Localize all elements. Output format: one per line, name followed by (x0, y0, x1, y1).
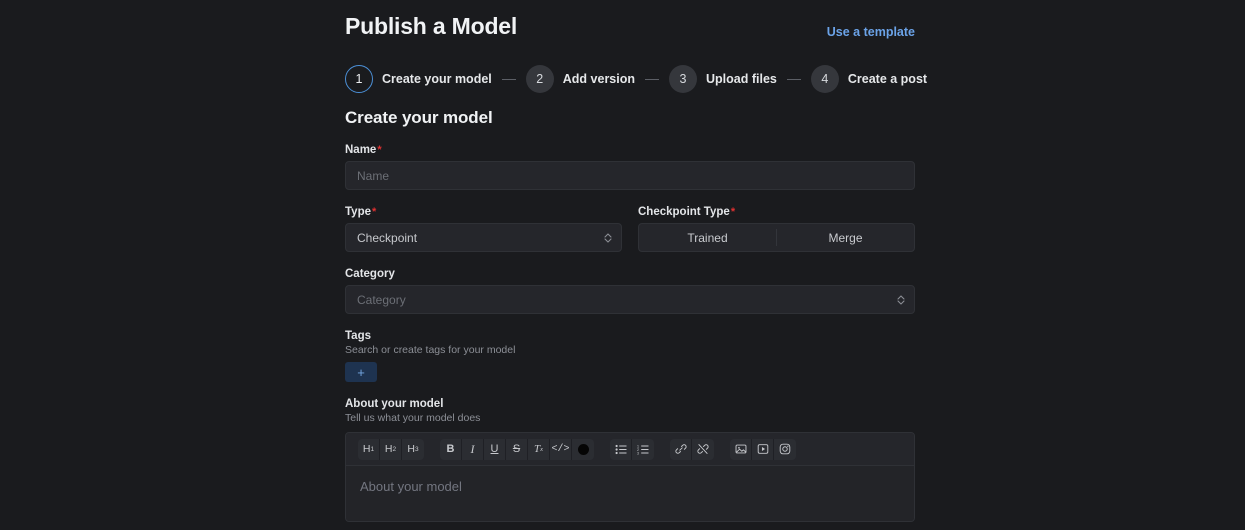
video-icon[interactable] (752, 439, 774, 460)
step-separator (502, 79, 516, 80)
name-label-text: Name (345, 144, 376, 156)
step-label: Add version (563, 72, 635, 86)
add-tag-button[interactable]: + (345, 362, 377, 382)
checkpoint-type-field-group: Checkpoint Type* Trained Merge (638, 206, 915, 252)
about-description: Tell us what your model does (345, 412, 915, 424)
tags-field-group: Tags Search or create tags for your mode… (345, 330, 915, 382)
page-title: Publish a Model (345, 13, 517, 40)
category-select-wrap: Category (345, 285, 915, 314)
bullet-list-icon[interactable] (610, 439, 632, 460)
italic-icon[interactable]: I (462, 439, 484, 460)
h2-subscript: 2 (392, 446, 396, 453)
type-row: Type* Checkpoint Checkpoint Type* (345, 206, 915, 252)
checkpoint-type-option-merge[interactable]: Merge (777, 224, 914, 251)
type-select-wrap: Checkpoint (345, 223, 622, 252)
link-icon[interactable] (670, 439, 692, 460)
step-number-bubble: 3 (669, 65, 697, 93)
step-number-bubble: 2 (526, 65, 554, 93)
color-swatch (578, 444, 589, 455)
category-field-group: Category Category (345, 268, 915, 314)
step-add-version[interactable]: 2 Add version (526, 65, 635, 93)
step-number-bubble: 1 (345, 65, 373, 93)
h1-subscript: 1 (370, 446, 374, 453)
step-label: Create a post (848, 72, 927, 86)
tags-label: Tags (345, 330, 915, 342)
name-label: Name* (345, 144, 915, 156)
toolbar-group-formatting: B I U S Tx </> (440, 439, 594, 460)
publish-model-page: Publish a Model Use a template 1 Create … (0, 0, 1245, 530)
toolbar-group-lists: 1 2 3 (610, 439, 654, 460)
tags-description: Search or create tags for your model (345, 344, 915, 356)
rich-text-editor: H1 H2 H3 B I U S Tx </> (345, 432, 915, 522)
unlink-icon[interactable] (692, 439, 714, 460)
strikethrough-icon[interactable]: S (506, 439, 528, 460)
underline-icon[interactable]: U (484, 439, 506, 460)
instagram-embed-icon[interactable] (774, 439, 796, 460)
editor-toolbar: H1 H2 H3 B I U S Tx </> (346, 433, 914, 466)
required-asterisk: * (377, 144, 381, 156)
h3-subscript: 3 (415, 446, 419, 453)
ordered-list-icon[interactable]: 1 2 3 (632, 439, 654, 460)
about-field-group: About your model Tell us what your model… (345, 398, 915, 522)
checkpoint-type-label-text: Checkpoint Type (638, 206, 730, 218)
clear-formatting-subscript: x (540, 446, 543, 453)
step-create-your-model[interactable]: 1 Create your model (345, 65, 492, 93)
step-separator (645, 79, 659, 80)
type-label-text: Type (345, 206, 371, 218)
svg-text:3: 3 (637, 451, 639, 455)
name-field-group: Name* (345, 144, 915, 190)
bold-icon[interactable]: B (440, 439, 462, 460)
step-number-bubble: 4 (811, 65, 839, 93)
checkpoint-type-option-trained[interactable]: Trained (639, 224, 776, 251)
code-icon[interactable]: </> (550, 439, 572, 460)
use-a-template-link[interactable]: Use a template (827, 25, 915, 39)
image-icon[interactable] (730, 439, 752, 460)
type-field-group: Type* Checkpoint (345, 206, 622, 252)
checkpoint-type-segmented-control: Trained Merge (638, 223, 915, 252)
about-label: About your model (345, 398, 915, 410)
toolbar-group-links (670, 439, 714, 460)
form-container: Publish a Model Use a template 1 Create … (345, 0, 915, 522)
toolbar-group-media (730, 439, 796, 460)
required-asterisk: * (372, 206, 376, 218)
checkpoint-type-label: Checkpoint Type* (638, 206, 915, 218)
required-asterisk: * (731, 206, 735, 218)
clear-formatting-icon[interactable]: Tx (528, 439, 550, 460)
text-color-icon[interactable] (572, 439, 594, 460)
category-label: Category (345, 268, 915, 280)
type-label: Type* (345, 206, 622, 218)
h1-icon[interactable]: H1 (358, 439, 380, 460)
category-select[interactable]: Category (345, 285, 915, 314)
page-header: Publish a Model Use a template (345, 0, 915, 52)
step-label: Create your model (382, 72, 492, 86)
publish-stepper: 1 Create your model 2 Add version 3 Uplo… (345, 62, 915, 96)
toolbar-group-headings: H1 H2 H3 (358, 439, 424, 460)
about-editor-placeholder[interactable]: About your model (346, 466, 914, 521)
name-input[interactable] (345, 161, 915, 190)
step-separator (787, 79, 801, 80)
type-select[interactable]: Checkpoint (345, 223, 622, 252)
section-title: Create your model (345, 108, 915, 128)
step-label: Upload files (706, 72, 777, 86)
h2-icon[interactable]: H2 (380, 439, 402, 460)
step-create-a-post[interactable]: 4 Create a post (811, 65, 927, 93)
h3-icon[interactable]: H3 (402, 439, 424, 460)
step-upload-files[interactable]: 3 Upload files (669, 65, 777, 93)
